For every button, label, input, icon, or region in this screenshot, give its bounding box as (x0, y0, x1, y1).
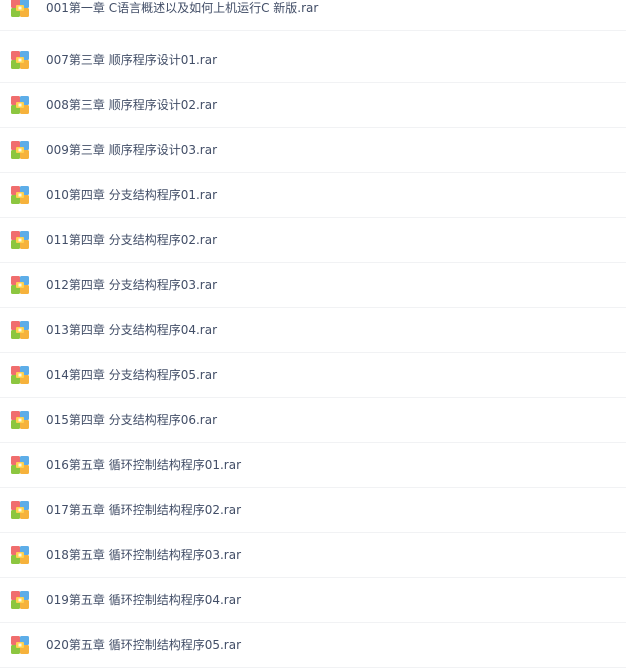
file-name[interactable]: 013第四章 分支结构程序04.rar (46, 308, 217, 352)
file-name[interactable]: 010第四章 分支结构程序01.rar (46, 173, 217, 217)
file-name[interactable]: 014第四章 分支结构程序05.rar (46, 353, 217, 397)
file-name[interactable]: 012第四章 分支结构程序03.rar (46, 263, 217, 307)
rar-archive-icon (10, 545, 30, 565)
rar-archive-icon (10, 185, 30, 205)
rar-archive-icon (10, 275, 30, 295)
file-row[interactable]: 020第五章 循环控制结构程序05.rar (0, 623, 626, 668)
file-name[interactable]: 016第五章 循环控制结构程序01.rar (46, 443, 241, 487)
rar-archive-icon (10, 320, 30, 340)
rar-archive-icon (10, 365, 30, 385)
rar-archive-icon (10, 95, 30, 115)
file-name[interactable]: 008第三章 顺序程序设计02.rar (46, 83, 217, 127)
file-name[interactable]: 018第五章 循环控制结构程序03.rar (46, 533, 241, 577)
file-row[interactable]: 001第一章 C语言概述以及如何上机运行C 新版.rar (0, 0, 626, 31)
rar-archive-icon (10, 230, 30, 250)
file-name[interactable]: 011第四章 分支结构程序02.rar (46, 218, 217, 262)
file-row[interactable]: 015第四章 分支结构程序06.rar (0, 398, 626, 443)
rar-archive-icon (10, 140, 30, 160)
rar-archive-icon (10, 590, 30, 610)
file-list: 001第一章 C语言概述以及如何上机运行C 新版.rar 007第三章 顺序程序… (0, 0, 626, 668)
file-row[interactable]: 014第四章 分支结构程序05.rar (0, 353, 626, 398)
file-row[interactable]: 012第四章 分支结构程序03.rar (0, 263, 626, 308)
file-name[interactable]: 001第一章 C语言概述以及如何上机运行C 新版.rar (46, 0, 318, 30)
file-name[interactable]: 009第三章 顺序程序设计03.rar (46, 128, 217, 172)
file-name[interactable]: 007第三章 顺序程序设计01.rar (46, 38, 217, 82)
file-row[interactable]: 018第五章 循环控制结构程序03.rar (0, 533, 626, 578)
file-name[interactable]: 015第四章 分支结构程序06.rar (46, 398, 217, 442)
file-row[interactable]: 009第三章 顺序程序设计03.rar (0, 128, 626, 173)
rar-archive-icon (10, 500, 30, 520)
file-row[interactable]: 010第四章 分支结构程序01.rar (0, 173, 626, 218)
rar-archive-icon (10, 635, 30, 655)
file-row[interactable]: 011第四章 分支结构程序02.rar (0, 218, 626, 263)
rar-archive-icon (10, 455, 30, 475)
file-row[interactable]: 013第四章 分支结构程序04.rar (0, 308, 626, 353)
file-name[interactable]: 019第五章 循环控制结构程序04.rar (46, 578, 241, 622)
file-name[interactable]: 017第五章 循环控制结构程序02.rar (46, 488, 241, 532)
file-row[interactable]: 008第三章 顺序程序设计02.rar (0, 83, 626, 128)
rar-archive-icon (10, 410, 30, 430)
file-row[interactable]: 019第五章 循环控制结构程序04.rar (0, 578, 626, 623)
rar-archive-icon (10, 0, 30, 18)
file-row[interactable]: 017第五章 循环控制结构程序02.rar (0, 488, 626, 533)
rar-archive-icon (10, 50, 30, 70)
file-name[interactable]: 020第五章 循环控制结构程序05.rar (46, 623, 241, 667)
file-row[interactable]: 007第三章 顺序程序设计01.rar (0, 38, 626, 83)
file-row[interactable]: 016第五章 循环控制结构程序01.rar (0, 443, 626, 488)
